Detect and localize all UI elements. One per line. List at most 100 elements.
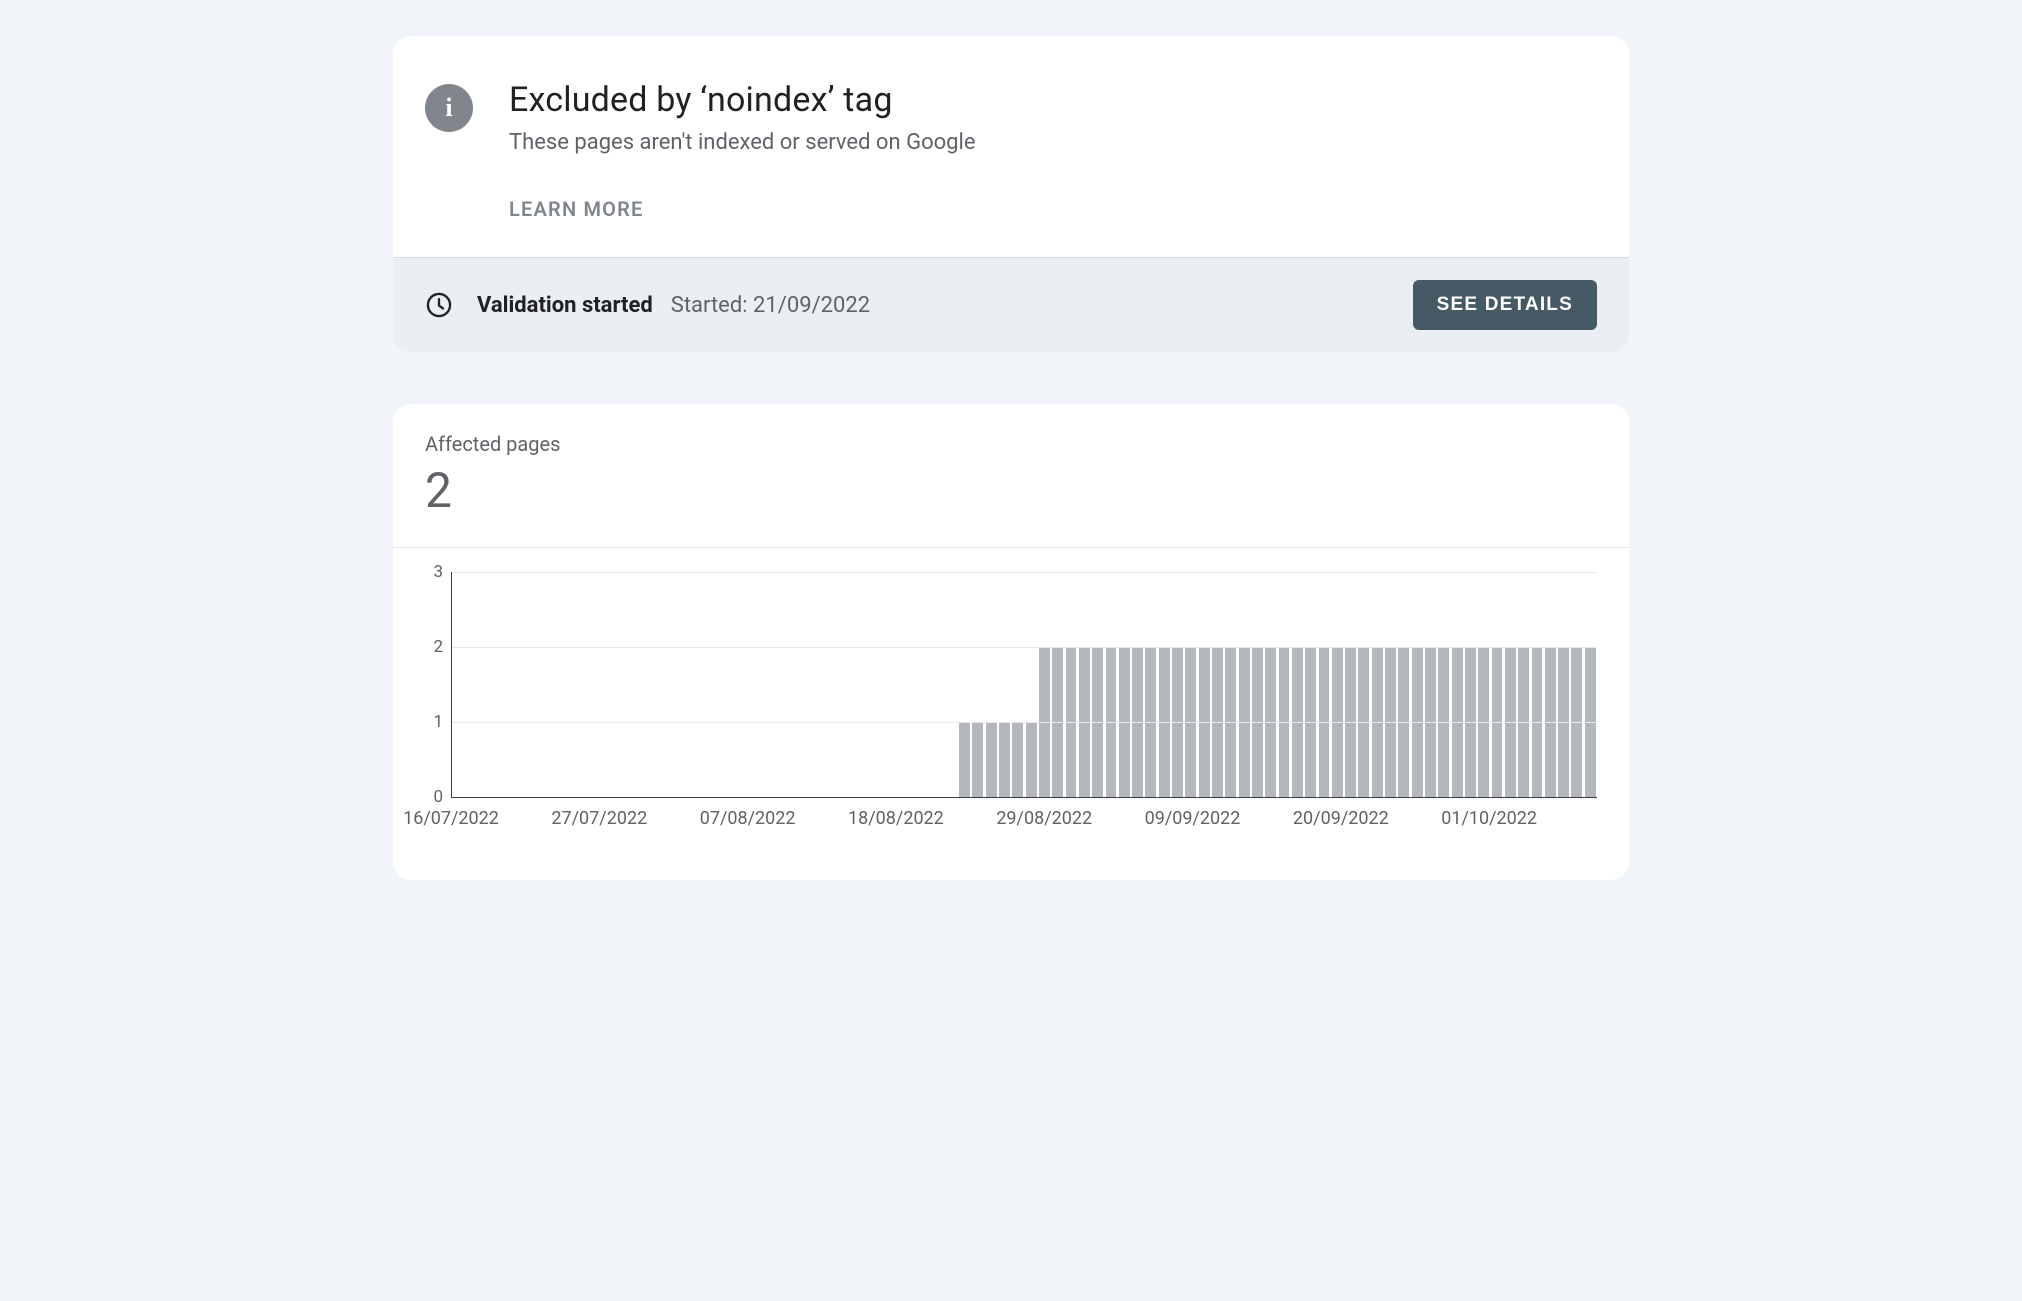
status-subtitle: These pages aren't indexed or served on … xyxy=(509,130,976,155)
chart-bar-slot xyxy=(1544,572,1557,797)
chart-x-tick: 18/08/2022 xyxy=(848,808,944,829)
chart-y-tick: 3 xyxy=(433,562,443,582)
chart-bar-slot xyxy=(625,572,638,797)
chart-bar-slot xyxy=(1064,572,1077,797)
chart-bar-slot xyxy=(585,572,598,797)
chart-bars xyxy=(452,572,1597,797)
chart-bar-slot xyxy=(612,572,625,797)
chart-bar-slot xyxy=(1344,572,1357,797)
chart-bar-slot xyxy=(1171,572,1184,797)
chart-bar-slot xyxy=(1078,572,1091,797)
chart-bar-slot xyxy=(772,572,785,797)
chart-bar-slot xyxy=(652,572,665,797)
see-details-button[interactable]: SEE DETAILS xyxy=(1413,280,1597,330)
chart-x-tick: 27/07/2022 xyxy=(551,808,647,829)
chart-bar-slot xyxy=(758,572,771,797)
clock-icon xyxy=(425,291,453,319)
status-header-text: Excluded by ‘noindex’ tag These pages ar… xyxy=(509,80,976,221)
chart-bar-slot xyxy=(1437,572,1450,797)
chart-bar-slot xyxy=(838,572,851,797)
chart-bar-slot xyxy=(638,572,651,797)
chart-card: Affected pages 2 0123 16/07/202227/07/20… xyxy=(393,404,1629,880)
chart-bar-slot xyxy=(519,572,532,797)
chart-bar-slot xyxy=(1517,572,1530,797)
chart-x-axis: 16/07/202227/07/202207/08/202218/08/2022… xyxy=(451,808,1597,840)
chart-bar-slot xyxy=(851,572,864,797)
chart-bar-slot xyxy=(1051,572,1064,797)
chart-bar-slot xyxy=(745,572,758,797)
chart-bar-slot xyxy=(705,572,718,797)
chart-gridline xyxy=(452,647,1597,648)
chart-bar-slot xyxy=(1091,572,1104,797)
chart-bar-slot xyxy=(931,572,944,797)
chart-bar-slot xyxy=(718,572,731,797)
chart-bar-slot xyxy=(958,572,971,797)
chart-bar-slot xyxy=(918,572,931,797)
chart-bar-slot xyxy=(1490,572,1503,797)
chart-bar-slot xyxy=(665,572,678,797)
chart-x-tick: 07/08/2022 xyxy=(700,808,796,829)
chart-bar-slot xyxy=(1237,572,1250,797)
chart-bar-slot xyxy=(811,572,824,797)
chart-gridline xyxy=(452,722,1597,723)
chart-bar-slot xyxy=(1198,572,1211,797)
affected-pages-count: 2 xyxy=(425,462,1597,519)
chart-bar-slot xyxy=(692,572,705,797)
chart-divider xyxy=(393,547,1629,548)
chart-bar-slot xyxy=(1371,572,1384,797)
chart-x-tick: 29/08/2022 xyxy=(996,808,1092,829)
chart-bar-slot xyxy=(678,572,691,797)
chart-bar-slot xyxy=(1144,572,1157,797)
chart-bar-slot xyxy=(1530,572,1543,797)
chart-bar-slot xyxy=(905,572,918,797)
learn-more-link[interactable]: LEARN MORE xyxy=(509,197,644,221)
chart-bar-slot xyxy=(998,572,1011,797)
chart-bar-slot xyxy=(1011,572,1024,797)
chart-bar-slot xyxy=(479,572,492,797)
chart-bar-slot xyxy=(1384,572,1397,797)
chart-bar-slot xyxy=(1557,572,1570,797)
chart-gridline xyxy=(452,572,1597,573)
chart-bar-slot xyxy=(785,572,798,797)
chart-y-tick: 1 xyxy=(433,712,443,732)
chart-bar-slot xyxy=(1411,572,1424,797)
chart-bar-slot xyxy=(971,572,984,797)
validation-date: Started: 21/09/2022 xyxy=(671,293,1413,318)
chart-bar-slot xyxy=(878,572,891,797)
validation-bar: Validation started Started: 21/09/2022 S… xyxy=(393,257,1629,352)
chart-bar-slot xyxy=(1158,572,1171,797)
chart-x-tick: 09/09/2022 xyxy=(1145,808,1241,829)
chart-bar xyxy=(986,722,997,797)
validation-label: Validation started xyxy=(477,293,653,318)
chart-x-tick: 20/09/2022 xyxy=(1293,808,1389,829)
chart-bar-slot xyxy=(492,572,505,797)
chart-bar-slot xyxy=(798,572,811,797)
chart-x-tick: 01/10/2022 xyxy=(1441,808,1537,829)
chart-bar-slot xyxy=(1584,572,1597,797)
chart-bar-slot xyxy=(1504,572,1517,797)
chart-bar-slot xyxy=(825,572,838,797)
chart-bar-slot xyxy=(1224,572,1237,797)
chart-bar-slot xyxy=(1277,572,1290,797)
chart-bar xyxy=(1026,722,1037,797)
affected-pages-label: Affected pages xyxy=(425,432,1597,456)
info-icon: i xyxy=(425,84,473,132)
chart-bar-slot xyxy=(559,572,572,797)
chart-plot-area xyxy=(451,572,1597,798)
chart-bar xyxy=(999,722,1010,797)
chart-bar-slot xyxy=(598,572,611,797)
chart-y-tick: 2 xyxy=(433,637,443,657)
chart-bar-slot xyxy=(505,572,518,797)
chart-y-tick: 0 xyxy=(433,787,443,807)
chart-y-axis: 0123 xyxy=(425,572,451,797)
chart-bar-slot xyxy=(1477,572,1490,797)
chart-bar xyxy=(959,722,970,797)
status-title: Excluded by ‘noindex’ tag xyxy=(509,80,976,120)
chart-bar-slot xyxy=(1251,572,1264,797)
chart-bar-slot xyxy=(1357,572,1370,797)
chart-bar-slot xyxy=(532,572,545,797)
status-header: i Excluded by ‘noindex’ tag These pages … xyxy=(393,36,1629,257)
chart-bar-slot xyxy=(1304,572,1317,797)
chart-bar-slot xyxy=(1211,572,1224,797)
chart-bar-slot xyxy=(1024,572,1037,797)
